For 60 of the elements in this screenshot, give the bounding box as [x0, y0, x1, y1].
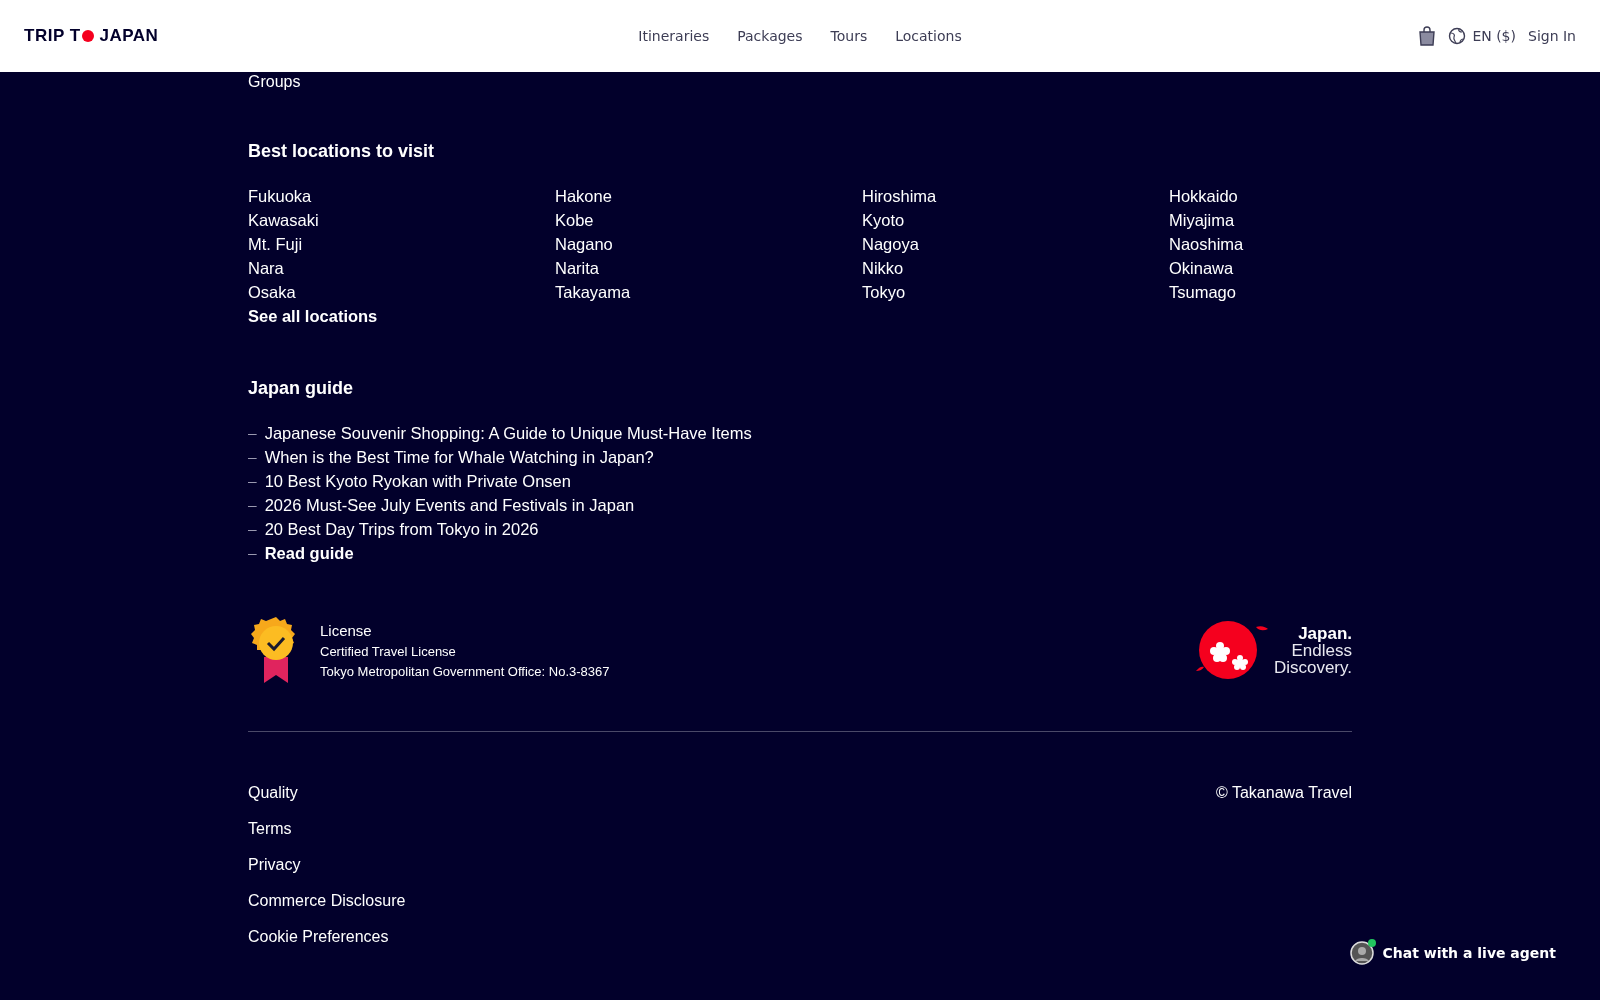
footer-link[interactable]: Privacy	[248, 854, 406, 876]
license-title: License	[320, 621, 373, 639]
footer-link[interactable]: Quality	[248, 782, 406, 804]
article-link[interactable]: 2026 Must-See July Events and Festivals in Japan	[264, 493, 635, 517]
dash: –	[248, 495, 257, 515]
location-link[interactable]: Nagano	[555, 232, 862, 256]
shopping-bag-icon[interactable]	[1418, 26, 1437, 46]
location-link[interactable]: Takayama	[555, 280, 862, 304]
dash: –	[248, 447, 257, 467]
logo[interactable]: TRIP T JAPAN	[24, 26, 639, 46]
nav-link[interactable]: Locations	[895, 28, 962, 44]
footer-link[interactable]: Cookie Preferences	[248, 926, 406, 948]
brand-tagline: Discovery.	[1273, 658, 1352, 676]
location-link[interactable]: Miyajima	[1169, 208, 1476, 232]
nav-link[interactable]: Packages	[737, 28, 803, 44]
dash: –	[248, 423, 257, 443]
location-link[interactable]: Hakone	[555, 184, 862, 208]
dash: –	[248, 543, 257, 563]
location-link[interactable]: Tokyo	[862, 280, 1169, 304]
sakura-sun-logo-icon	[1193, 619, 1270, 681]
license-text: Certified Travel License	[320, 643, 457, 659]
dash: –	[248, 471, 257, 491]
location-link[interactable]: Mt. Fuji	[248, 232, 555, 256]
read-guide-link[interactable]: Read guide	[264, 541, 354, 565]
live-chat-button[interactable]: Chat with a live agent	[1344, 940, 1562, 966]
copyright-text: © Takanawa Travel	[1216, 783, 1352, 803]
location-link[interactable]: Okinawa	[1169, 256, 1476, 280]
dash: –	[248, 519, 257, 539]
avatar-icon	[1350, 941, 1375, 965]
language-selector[interactable]: EN ($)	[1448, 27, 1516, 45]
location-link[interactable]: Naoshima	[1169, 232, 1476, 256]
article-link[interactable]: Japanese Souvenir Shopping: A Guide to Unique Must-Have Items	[264, 421, 752, 445]
article-link[interactable]: 10 Best Kyoto Ryokan with Private Onsen	[264, 469, 571, 493]
footer-link[interactable]: Terms	[248, 818, 406, 840]
location-link[interactable]: Nara	[248, 256, 555, 280]
location-link[interactable]: Hiroshima	[862, 184, 1169, 208]
location-link[interactable]: Nagoya	[862, 232, 1169, 256]
location-link[interactable]: Fukuoka	[248, 184, 555, 208]
location-link[interactable]: Hokkaido	[1169, 184, 1476, 208]
nav-link[interactable]: Itineraries	[638, 28, 710, 44]
location-link[interactable]: Narita	[555, 256, 862, 280]
section-heading: Best locations to visit	[248, 141, 436, 162]
location-link[interactable]: Kawasaki	[248, 208, 555, 232]
footer-link[interactable]: Commerce Disclosure	[248, 890, 406, 912]
location-link[interactable]: Tsumago	[1169, 280, 1476, 304]
section-heading: Japan guide	[248, 378, 355, 399]
location-link[interactable]: Kyoto	[862, 208, 1169, 232]
location-link[interactable]: Nikko	[862, 256, 1169, 280]
article-link[interactable]: 20 Best Day Trips from Tokyo in 2026	[264, 517, 539, 541]
globe-icon	[1448, 27, 1467, 45]
location-link[interactable]: Osaka	[248, 280, 555, 304]
license-text: Tokyo Metropolitan Government Office: No.3-8367	[320, 663, 610, 679]
see-all-locations-link[interactable]: See all locations	[248, 304, 555, 328]
nav-link[interactable]: Tours	[830, 28, 868, 44]
brand-title: Japan.	[1298, 624, 1352, 642]
article-link[interactable]: When is the Best Time for Whale Watching in Japan?	[264, 445, 654, 469]
footer-link[interactable]: Groups	[248, 75, 301, 89]
brand-tagline: Endless	[1291, 641, 1352, 659]
sign-in-link[interactable]: Sign In	[1528, 28, 1576, 44]
location-link[interactable]: Kobe	[555, 208, 862, 232]
